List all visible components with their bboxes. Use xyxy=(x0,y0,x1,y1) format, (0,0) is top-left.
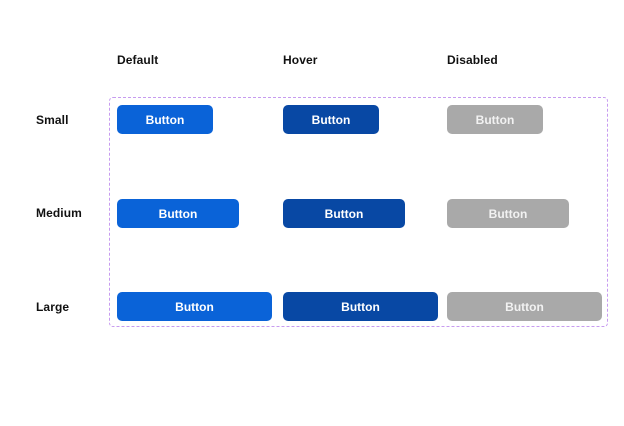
button-medium-disabled: Button xyxy=(447,199,569,228)
button-small-default[interactable]: Button xyxy=(117,105,213,134)
column-header-default: Default xyxy=(117,53,159,67)
button-large-hover[interactable]: Button xyxy=(283,292,438,321)
button-small-hover[interactable]: Button xyxy=(283,105,379,134)
row-header-medium: Medium xyxy=(36,206,82,220)
button-medium-hover[interactable]: Button xyxy=(283,199,405,228)
column-header-disabled: Disabled xyxy=(447,53,498,67)
row-header-large: Large xyxy=(36,300,70,314)
column-header-hover: Hover xyxy=(283,53,318,67)
button-medium-default[interactable]: Button xyxy=(117,199,239,228)
button-large-disabled: Button xyxy=(447,292,602,321)
button-large-default[interactable]: Button xyxy=(117,292,272,321)
row-header-small: Small xyxy=(36,113,69,127)
button-small-disabled: Button xyxy=(447,105,543,134)
